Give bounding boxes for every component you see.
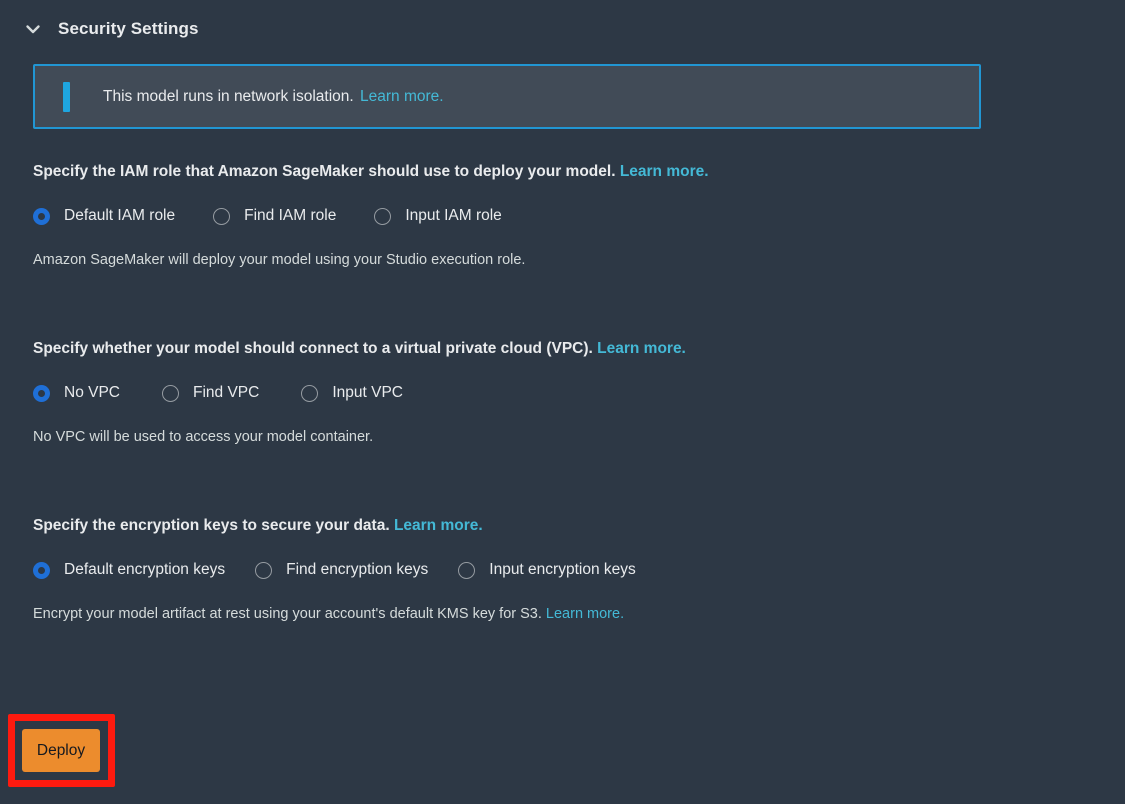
radio-option-default-encryption-keys[interactable]: Default encryption keys — [33, 561, 225, 579]
encryption-learn-more-link[interactable]: Learn more. — [394, 517, 483, 534]
radio-option-input-encryption-keys[interactable]: Input encryption keys — [458, 561, 635, 579]
vpc-heading-text: Specify whether your model should connec… — [33, 340, 593, 357]
radio-indicator-selected[interactable] — [33, 208, 50, 225]
radio-indicator[interactable] — [458, 562, 475, 579]
security-settings-header[interactable]: Security Settings — [0, 18, 199, 40]
encryption-help-text-body: Encrypt your model artifact at rest usin… — [33, 606, 542, 622]
encryption-heading: Specify the encryption keys to secure yo… — [33, 515, 636, 536]
radio-label: Find VPC — [193, 384, 259, 402]
iam-role-help-text: Amazon SageMaker will deploy your model … — [33, 250, 709, 270]
radio-option-find-vpc[interactable]: Find VPC — [162, 384, 259, 402]
radio-label: Input VPC — [332, 384, 403, 402]
radio-label: Input encryption keys — [489, 561, 635, 579]
iam-role-radio-group: Default IAM role Find IAM role Input IAM… — [33, 207, 709, 225]
alert-message: This model runs in network isolation. Le… — [103, 88, 444, 106]
vpc-learn-more-link[interactable]: Learn more. — [597, 340, 686, 357]
radio-indicator-selected[interactable] — [33, 562, 50, 579]
page-title: Security Settings — [58, 19, 199, 39]
encryption-group: Specify the encryption keys to secure yo… — [33, 515, 636, 624]
vpc-heading: Specify whether your model should connec… — [33, 338, 686, 359]
radio-option-no-vpc[interactable]: No VPC — [33, 384, 120, 402]
alert-message-text: This model runs in network isolation. — [103, 88, 354, 105]
chevron-down-icon[interactable] — [22, 18, 44, 40]
radio-option-input-vpc[interactable]: Input VPC — [301, 384, 403, 402]
iam-role-heading-text: Specify the IAM role that Amazon SageMak… — [33, 163, 616, 180]
radio-indicator[interactable] — [301, 385, 318, 402]
radio-label: No VPC — [64, 384, 120, 402]
radio-label: Find IAM role — [244, 207, 336, 225]
radio-indicator[interactable] — [255, 562, 272, 579]
alert-learn-more-link[interactable]: Learn more. — [360, 88, 444, 105]
radio-indicator[interactable] — [374, 208, 391, 225]
radio-indicator[interactable] — [213, 208, 230, 225]
encryption-help-text: Encrypt your model artifact at rest usin… — [33, 604, 636, 624]
radio-option-default-iam-role[interactable]: Default IAM role — [33, 207, 175, 225]
radio-option-find-encryption-keys[interactable]: Find encryption keys — [255, 561, 428, 579]
network-isolation-alert: This model runs in network isolation. Le… — [33, 64, 981, 129]
encryption-radio-group: Default encryption keys Find encryption … — [33, 561, 636, 579]
encryption-heading-text: Specify the encryption keys to secure yo… — [33, 517, 390, 534]
radio-option-find-iam-role[interactable]: Find IAM role — [213, 207, 336, 225]
info-bar-icon — [63, 82, 70, 112]
radio-indicator-selected[interactable] — [33, 385, 50, 402]
iam-role-group: Specify the IAM role that Amazon SageMak… — [33, 161, 709, 270]
encryption-help-learn-more-link[interactable]: Learn more. — [546, 606, 624, 622]
vpc-group: Specify whether your model should connec… — [33, 338, 686, 447]
vpc-radio-group: No VPC Find VPC Input VPC — [33, 384, 686, 402]
deploy-button[interactable]: Deploy — [22, 729, 100, 772]
vpc-help-text: No VPC will be used to access your model… — [33, 427, 686, 447]
radio-indicator[interactable] — [162, 385, 179, 402]
radio-option-input-iam-role[interactable]: Input IAM role — [374, 207, 502, 225]
radio-label: Default encryption keys — [64, 561, 225, 579]
radio-label: Default IAM role — [64, 207, 175, 225]
radio-label: Input IAM role — [405, 207, 502, 225]
iam-role-learn-more-link[interactable]: Learn more. — [620, 163, 709, 180]
radio-label: Find encryption keys — [286, 561, 428, 579]
iam-role-heading: Specify the IAM role that Amazon SageMak… — [33, 161, 709, 182]
